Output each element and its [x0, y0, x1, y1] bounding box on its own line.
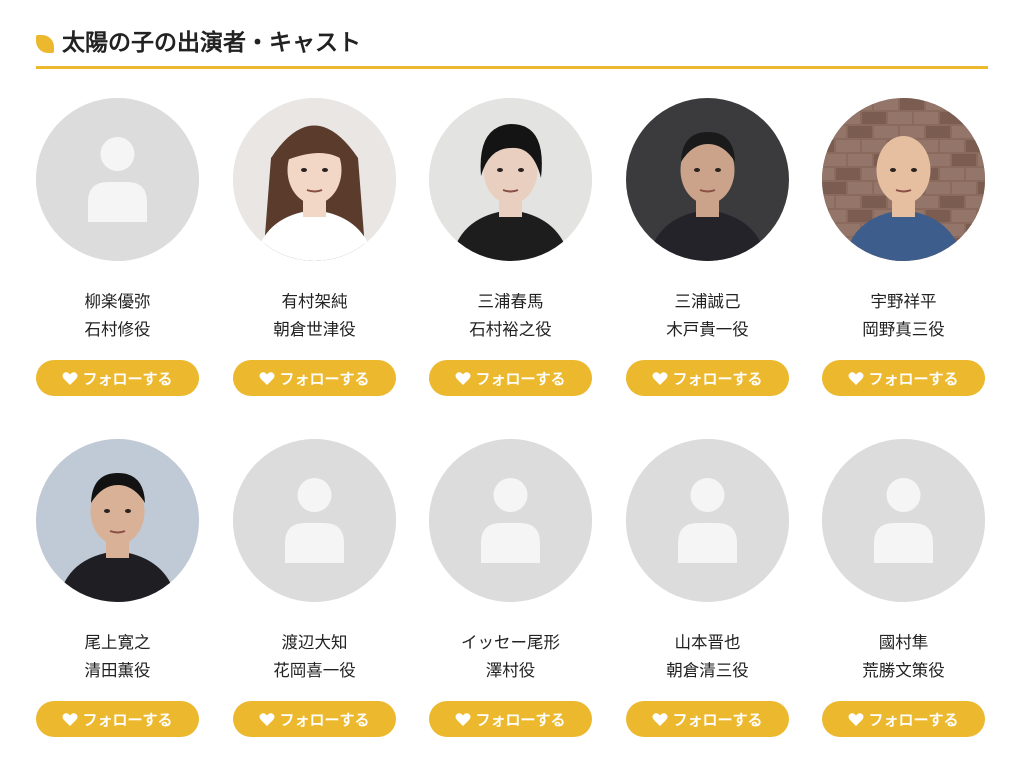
follow-label: フォローする: [868, 369, 959, 388]
cast-name[interactable]: 宇野祥平: [812, 288, 995, 316]
follow-label: フォローする: [82, 369, 173, 388]
cast-role: 朝倉清三役: [666, 661, 749, 680]
heart-icon: [455, 712, 471, 727]
cast-name[interactable]: 山本晋也: [616, 629, 799, 657]
cast-role: 花岡喜一役: [273, 661, 356, 680]
cast-card[interactable]: 三浦春馬 石村裕之役 フォローする: [429, 98, 592, 418]
placeholder-person-icon[interactable]: [429, 439, 592, 602]
follow-button[interactable]: フォローする: [233, 701, 396, 737]
placeholder-person-icon[interactable]: [233, 439, 396, 602]
cast-role: 朝倉世津役: [273, 320, 356, 339]
cast-role: 荒勝文策役: [862, 661, 945, 680]
heart-icon: [652, 371, 668, 386]
cast-name[interactable]: 渡辺大知: [223, 629, 406, 657]
cast-name[interactable]: 尾上寛之: [26, 629, 209, 657]
cast-card[interactable]: 國村隼 荒勝文策役 フォローする: [822, 439, 985, 759]
follow-label: フォローする: [279, 710, 370, 729]
cast-card[interactable]: 三浦誠己 木戸貴一役 フォローする: [626, 98, 789, 418]
cast-name[interactable]: 三浦誠己: [616, 288, 799, 316]
cast-name[interactable]: 三浦春馬: [419, 288, 602, 316]
heart-icon: [62, 712, 78, 727]
heart-icon: [259, 371, 275, 386]
cast-photo[interactable]: [36, 439, 199, 602]
cast-role: 石村修役: [84, 320, 151, 339]
cast-name[interactable]: イッセー尾形: [419, 629, 602, 657]
cast-card[interactable]: 有村架純 朝倉世津役 フォローする: [233, 98, 396, 418]
section-title: 太陽の子の出演者・キャスト: [62, 30, 361, 56]
heart-icon: [848, 371, 864, 386]
section-header: 太陽の子の出演者・キャスト: [36, 24, 988, 69]
follow-button[interactable]: フォローする: [626, 701, 789, 737]
cast-role: 岡野真三役: [862, 320, 945, 339]
heart-icon: [62, 371, 78, 386]
cast-role: 石村裕之役: [469, 320, 552, 339]
cast-card[interactable]: 宇野祥平 岡野真三役 フォローする: [822, 98, 985, 418]
cast-row: 柳楽優弥 石村修役 フォローする 有村架純 朝倉世津役 フォローする 三浦春馬 石村裕之役 フォ…: [36, 98, 988, 439]
follow-label: フォローする: [475, 710, 566, 729]
heart-icon: [652, 712, 668, 727]
follow-button[interactable]: フォローする: [429, 360, 592, 396]
cast-card[interactable]: 柳楽優弥 石村修役 フォローする: [36, 98, 199, 418]
cast-photo[interactable]: [822, 98, 985, 261]
cast-photo[interactable]: [626, 98, 789, 261]
cast-card[interactable]: 渡辺大知 花岡喜一役 フォローする: [233, 439, 396, 759]
heart-icon: [455, 371, 471, 386]
heart-icon: [848, 712, 864, 727]
follow-label: フォローする: [672, 369, 763, 388]
cast-role: 澤村役: [485, 661, 536, 680]
leaf-icon: [36, 35, 54, 53]
placeholder-person-icon[interactable]: [626, 439, 789, 602]
follow-button[interactable]: フォローする: [626, 360, 789, 396]
follow-button[interactable]: フォローする: [429, 701, 592, 737]
follow-button[interactable]: フォローする: [233, 360, 396, 396]
placeholder-person-icon[interactable]: [822, 439, 985, 602]
follow-button[interactable]: フォローする: [822, 701, 985, 737]
cast-photo[interactable]: [233, 98, 396, 261]
cast-card[interactable]: イッセー尾形 澤村役 フォローする: [429, 439, 592, 759]
follow-label: フォローする: [82, 710, 173, 729]
follow-label: フォローする: [279, 369, 370, 388]
cast-card[interactable]: 山本晋也 朝倉清三役 フォローする: [626, 439, 789, 759]
cast-role: 木戸貴一役: [666, 320, 749, 339]
follow-button[interactable]: フォローする: [36, 360, 199, 396]
cast-role: 清田薫役: [84, 661, 151, 680]
follow-label: フォローする: [868, 710, 959, 729]
cast-name[interactable]: 柳楽優弥: [26, 288, 209, 316]
follow-button[interactable]: フォローする: [822, 360, 985, 396]
cast-photo[interactable]: [429, 98, 592, 261]
cast-row: 尾上寛之 清田薫役 フォローする 渡辺大知 花岡喜一役 フォローする イッセー尾形 澤村役 フォ…: [36, 439, 988, 780]
follow-button[interactable]: フォローする: [36, 701, 199, 737]
heart-icon: [259, 712, 275, 727]
cast-card[interactable]: 尾上寛之 清田薫役 フォローする: [36, 439, 199, 759]
follow-label: フォローする: [475, 369, 566, 388]
follow-label: フォローする: [672, 710, 763, 729]
cast-grid: 柳楽優弥 石村修役 フォローする 有村架純 朝倉世津役 フォローする 三浦春馬 石村裕之役 フォ…: [36, 98, 988, 780]
placeholder-person-icon[interactable]: [36, 98, 199, 261]
cast-name[interactable]: 國村隼: [812, 629, 995, 657]
cast-name[interactable]: 有村架純: [223, 288, 406, 316]
